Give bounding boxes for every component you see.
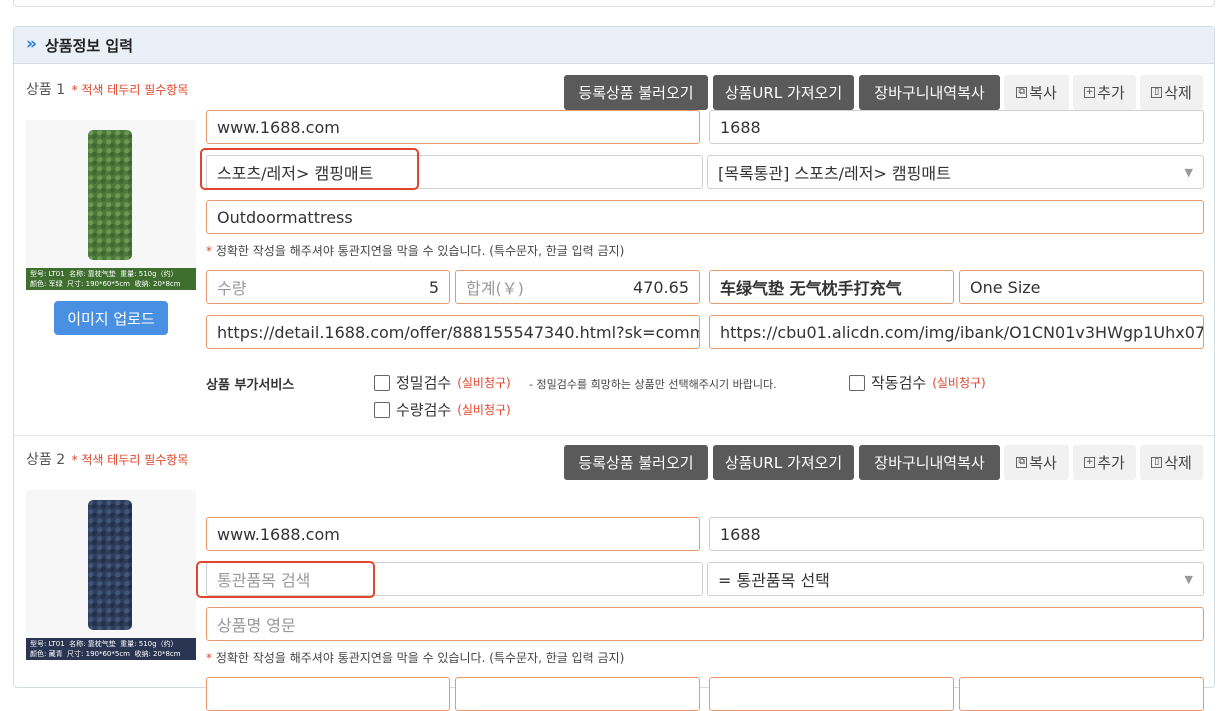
add-button[interactable]: + 추가 [1073, 75, 1136, 110]
item-label: 상품 1 * 적색 테두리 필수항목 [26, 82, 189, 98]
copy-button[interactable]: ⧉ 복사 [1004, 445, 1069, 480]
trash-icon: ▯ [1151, 87, 1163, 98]
size-input[interactable]: One Size [959, 270, 1204, 304]
load-registered-button[interactable]: 등록상품 불러오기 [564, 445, 708, 480]
delete-button[interactable]: ▯ 삭제 [1140, 445, 1203, 480]
load-registered-button[interactable]: 등록상품 불러오기 [564, 75, 708, 110]
copy-button[interactable]: ⧉ 복사 [1004, 75, 1069, 110]
category-select[interactable]: = 통관품목 선택 ▼ [707, 562, 1204, 596]
site-url-input[interactable]: www.1688.com [206, 517, 700, 551]
dropdown-caret-icon: ▼ [1184, 572, 1193, 586]
name-note: * 정확한 작성을 해주셔야 통관지연을 막을 수 있습니다. (특수문자, 한… [206, 244, 625, 258]
trash-icon: ▯ [1151, 457, 1163, 468]
copy-icon: ⧉ [1016, 87, 1028, 98]
total-input[interactable]: 합계(￥) 470.65 [455, 270, 700, 304]
product-info-panel: ›› 상품정보 입력 상품 1 * 적색 테두리 필수항목 등록상품 불러오기 … [13, 26, 1215, 711]
add-button[interactable]: + 추가 [1073, 445, 1136, 480]
camping-mat-image [88, 500, 132, 630]
size-input[interactable] [959, 677, 1204, 711]
copy-icon: ⧉ [1016, 457, 1028, 468]
product-url-input[interactable]: https://detail.1688.com/offer/8881555473… [206, 315, 700, 349]
panel-title: 상품정보 입력 [45, 37, 134, 55]
option-input[interactable] [709, 677, 954, 711]
name-english-input[interactable]: Outdoormattress [206, 200, 1204, 234]
required-note: * 적색 테두리 필수항목 [71, 83, 189, 97]
quantity-check[interactable]: 수량검수 (실비청구) [374, 399, 511, 420]
precise-check[interactable]: 정밀검수 (실비청구) [374, 372, 511, 393]
checkbox[interactable] [849, 374, 865, 391]
required-note: * 적색 테두리 필수항목 [71, 453, 189, 467]
load-url-button[interactable]: 상품URL 가져오기 [713, 445, 854, 480]
plus-box-icon: + [1084, 457, 1096, 468]
image-caption: 型号: LT01 名称: 靠枕气垫 重量: 510g（约） 颜色: 藏青 尺寸:… [26, 638, 196, 660]
plus-box-icon: + [1084, 87, 1096, 98]
double-chevron-right-icon: ›› [26, 34, 37, 54]
total-input[interactable] [455, 677, 700, 711]
panel-header: ›› 상품정보 입력 [14, 27, 1214, 64]
item-label: 상품 2 * 적색 테두리 필수항목 [26, 452, 189, 468]
product-image: 型号: LT01 名称: 靠枕气垫 重量: 510g（约） 颜色: 藏青 尺寸:… [26, 490, 196, 660]
site-name-input[interactable]: 1688 [709, 517, 1204, 551]
highlight-box [200, 148, 419, 190]
copy-cart-button[interactable]: 장바구니내역복사 [859, 75, 1000, 110]
site-url-input[interactable]: www.1688.com [206, 110, 700, 144]
name-english-input[interactable]: 상품명 영문 [206, 607, 1204, 641]
camping-mat-image [88, 130, 132, 260]
option-input[interactable]: 车绿气垫 无气枕手打充气 [709, 270, 954, 304]
site-name-input[interactable]: 1688 [709, 110, 1204, 144]
image-url-input[interactable]: https://cbu01.alicdn.com/img/ibank/O1CN0… [709, 315, 1204, 349]
quantity-input[interactable] [206, 677, 450, 711]
dropdown-caret-icon: ▼ [1184, 165, 1193, 179]
image-upload-button[interactable]: 이미지 업로드 [54, 301, 168, 335]
image-caption: 型号: LT01 名称: 靠枕气垫 重量: 510g（约） 颜色: 军绿 尺寸:… [26, 268, 196, 290]
highlight-box [196, 561, 375, 598]
precise-note: - 정밀검수를 희망하는 상품만 선택해주시기 바랍니다. [529, 378, 777, 391]
copy-cart-button[interactable]: 장바구니내역복사 [859, 445, 1000, 480]
checkbox[interactable] [374, 401, 390, 418]
load-url-button[interactable]: 상품URL 가져오기 [713, 75, 854, 110]
item-divider [14, 435, 1214, 436]
operation-check[interactable]: 작동검수 (실비청구) [849, 372, 986, 393]
service-label: 상품 부가서비스 [206, 378, 295, 393]
delete-button[interactable]: ▯ 삭제 [1140, 75, 1203, 110]
category-select[interactable]: [목록통관] 스포츠/레저> 캠핑매트 ▼ [707, 155, 1204, 189]
checkbox[interactable] [374, 374, 390, 391]
quantity-input[interactable]: 수량 5 [206, 270, 450, 304]
product-image: 型号: LT01 名称: 靠枕气垫 重量: 510g（约） 颜色: 军绿 尺寸:… [26, 120, 196, 290]
previous-section-box [13, 0, 1215, 7]
